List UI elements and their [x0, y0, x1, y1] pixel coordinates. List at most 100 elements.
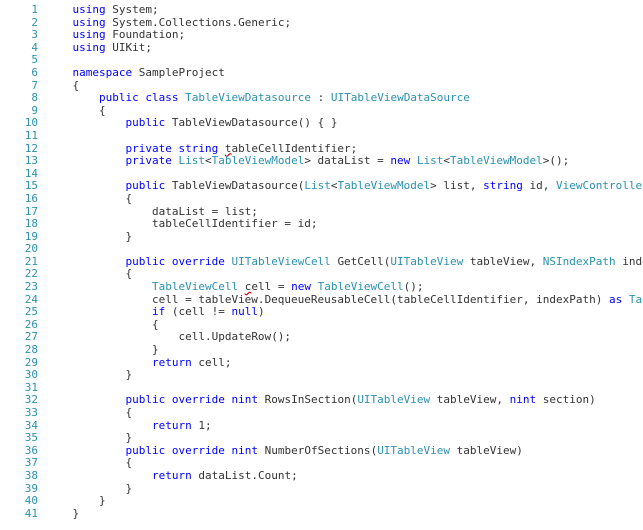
- token-id: RowsInSection: [265, 393, 351, 406]
- token-kw: public: [125, 255, 165, 268]
- token-kw: return: [152, 356, 192, 369]
- token-pun: [73, 305, 152, 318]
- token-kw: return: [152, 469, 192, 482]
- token-pun: {: [73, 267, 133, 280]
- token-pun: ;: [284, 16, 291, 29]
- token-pun: 1;: [192, 419, 212, 432]
- token-kw: using: [73, 16, 106, 29]
- token-id: TableViewDatasource: [172, 179, 298, 192]
- token-type: UITableView: [377, 444, 450, 457]
- token-pun: [622, 293, 629, 306]
- token-pun: [258, 444, 265, 457]
- token-pun: {: [73, 104, 106, 117]
- token-kw: return: [152, 419, 192, 432]
- line-number: 40: [0, 495, 38, 508]
- token-type: UITableViewCell: [231, 255, 330, 268]
- token-pun: [73, 356, 152, 369]
- token-id: TableViewDatasource: [172, 116, 298, 129]
- token-pun: section): [536, 393, 596, 406]
- token-pun: [73, 444, 126, 457]
- code-editor: 1234567891011121314151617181920212223242…: [0, 0, 643, 530]
- token-pun: }: [73, 482, 133, 495]
- token-type: ViewController: [556, 179, 643, 192]
- code-line: public TableViewDatasource() { }: [46, 117, 643, 130]
- code-line: using UIKit;: [46, 42, 643, 55]
- line-number: 41: [0, 508, 38, 521]
- token-id: UpdateRow: [212, 330, 272, 343]
- code-line: tableCellIdentifier = id;: [46, 218, 643, 231]
- token-pun: [311, 280, 318, 293]
- token-type: UITableView: [390, 255, 463, 268]
- token-kw: nint: [231, 393, 258, 406]
- token-pun: }: [73, 343, 159, 356]
- code-line: return dataList.Count;: [46, 470, 643, 483]
- token-pun: [73, 280, 152, 293]
- token-id: NumberOfSections: [265, 444, 371, 457]
- line-number: 33: [0, 407, 38, 420]
- line-number: 30: [0, 369, 38, 382]
- token-pun: cell;: [192, 356, 232, 369]
- token-kw: override: [172, 255, 225, 268]
- token-pun: {: [73, 192, 133, 205]
- token-type: UITableViewDataSource: [331, 91, 470, 104]
- code-line: public TableViewDatasource(List<TableVie…: [46, 180, 643, 193]
- token-pun: [165, 393, 172, 406]
- code-line: }: [46, 495, 643, 508]
- token-type: List: [304, 179, 331, 192]
- token-pun: ();: [404, 280, 424, 293]
- token-id: Foundation: [112, 28, 178, 41]
- line-number: 25: [0, 306, 38, 319]
- token-pun: tableView,: [463, 255, 542, 268]
- token-kw: nint: [510, 393, 537, 406]
- token-type: UITableView: [357, 393, 430, 406]
- token-type: List: [417, 154, 444, 167]
- token-kw: class: [145, 91, 178, 104]
- code-line: return 1;: [46, 420, 643, 433]
- token-type: TableViewModel: [212, 154, 305, 167]
- token-pun: {: [73, 406, 133, 419]
- token-kw: if: [152, 305, 165, 318]
- line-number: 20: [0, 243, 38, 256]
- line-number: 35: [0, 432, 38, 445]
- token-kw: string: [178, 142, 218, 155]
- token-pun: [410, 154, 417, 167]
- token-pun: [73, 419, 152, 432]
- token-id: DequeueReusableCell: [265, 293, 391, 306]
- token-kw: new: [291, 280, 311, 293]
- token-type: TableViewDatasource: [185, 91, 311, 104]
- line-number: 28: [0, 344, 38, 357]
- token-kw: private: [125, 154, 171, 167]
- token-pun: tableCellIdentifier = id;: [73, 217, 318, 230]
- token-pun: }: [73, 368, 133, 381]
- token-pun: indexPath): [616, 255, 643, 268]
- token-pun: > list,: [430, 179, 483, 192]
- line-number: 6: [0, 67, 38, 80]
- token-pun: ;: [145, 41, 152, 54]
- code-line: public class TableViewDatasource : UITab…: [46, 92, 643, 105]
- token-kw: nint: [231, 444, 258, 457]
- code-line: }: [46, 369, 643, 382]
- token-kw: new: [390, 154, 410, 167]
- token-kw: public: [125, 393, 165, 406]
- line-number: 18: [0, 218, 38, 231]
- token-kw: using: [73, 4, 106, 16]
- token-pun: tableView,: [430, 393, 509, 406]
- token-pun: [73, 91, 100, 104]
- code-line: namespace SampleProject: [46, 67, 643, 80]
- token-pun: > dataList =: [304, 154, 390, 167]
- token-kw: private: [125, 142, 171, 155]
- token-pun: [73, 179, 126, 192]
- token-type: TableViewModel: [337, 179, 430, 192]
- token-pun: (tableCellIdentifier, indexPath): [390, 293, 609, 306]
- token-id: UIKit: [112, 41, 145, 54]
- token-pun: }: [73, 494, 106, 507]
- token-pun: }: [73, 230, 133, 243]
- token-pun: cell.: [73, 330, 212, 343]
- token-pun: }: [73, 431, 133, 444]
- token-pun: ();: [271, 330, 291, 343]
- token-kw: null: [231, 305, 258, 318]
- token-kw: public: [125, 116, 165, 129]
- token-pun: {: [73, 456, 133, 469]
- token-type: TableViewModel: [450, 154, 543, 167]
- token-kw: public: [125, 179, 165, 192]
